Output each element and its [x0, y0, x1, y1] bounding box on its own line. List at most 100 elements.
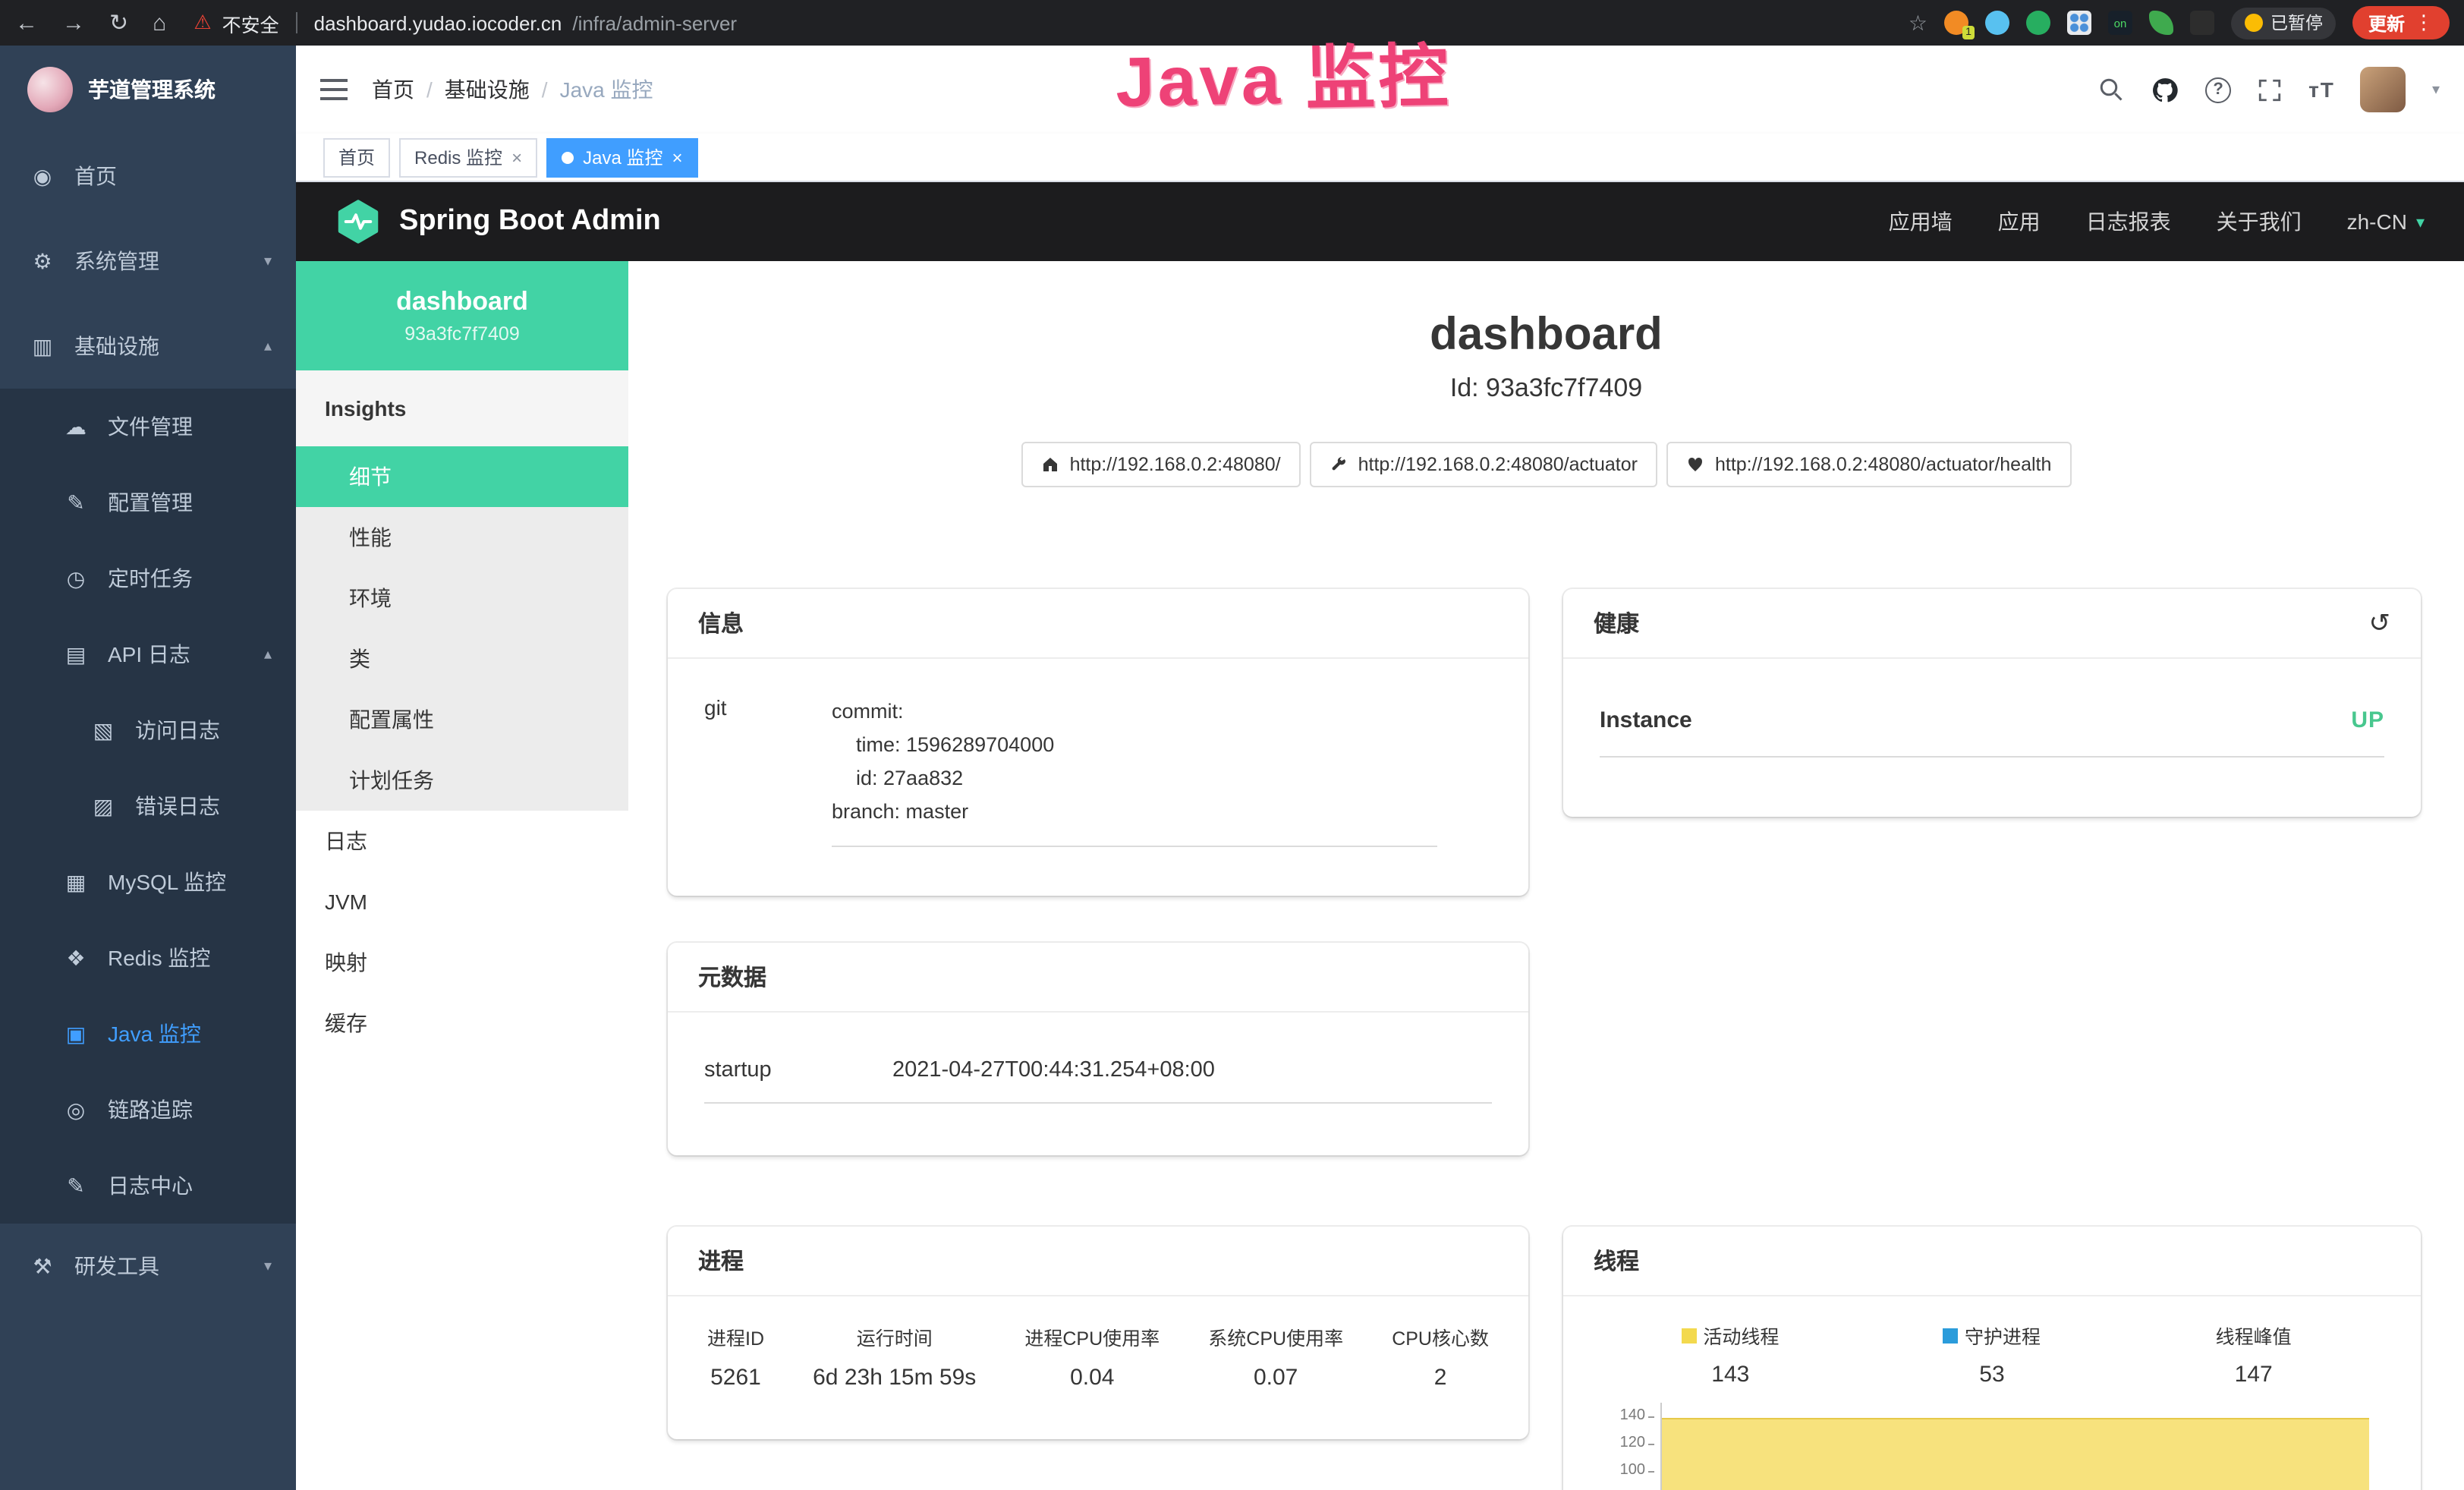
info-line: commit:: [832, 695, 1437, 729]
close-icon[interactable]: ×: [511, 146, 522, 168]
browser-menu-icon[interactable]: ⋮: [2414, 11, 2434, 35]
breadcrumb-infrastructure[interactable]: 基础设施: [445, 74, 530, 105]
sba-item-metrics[interactable]: 性能: [296, 507, 628, 568]
extension-green-icon[interactable]: [2026, 11, 2050, 35]
browser-update-button[interactable]: 更新 ⋮: [2353, 6, 2449, 39]
security-warning-icon: ⚠: [194, 11, 211, 35]
sba-item-environment[interactable]: 环境: [296, 568, 628, 628]
sidebar-item-label: 文件管理: [108, 411, 193, 442]
smiley-icon: [2245, 14, 2263, 32]
tab-java-monitor[interactable]: Java 监控 ×: [546, 137, 697, 177]
sidebar-item-home[interactable]: ◉ 首页: [0, 134, 296, 219]
sidebar-item-infrastructure[interactable]: ▥ 基础设施 ▴: [0, 304, 296, 389]
paused-badge[interactable]: 已暂停: [2231, 7, 2337, 39]
sba-nav-journal[interactable]: 日志报表: [2086, 206, 2171, 237]
sba-brand: Spring Boot Admin: [399, 205, 661, 238]
instance-header[interactable]: dashboard 93a3fc7f7409: [296, 261, 628, 370]
avatar[interactable]: [2361, 67, 2406, 112]
instance-name: dashboard: [396, 287, 528, 317]
sidebar-item-error-logs[interactable]: ▨ 错误日志: [0, 768, 296, 844]
sidebar-item-system-management[interactable]: ⚙ 系统管理 ▾: [0, 219, 296, 304]
home-icon[interactable]: ⌂: [153, 10, 166, 36]
font-size-icon[interactable]: тT: [2308, 77, 2335, 102]
sba-item-jvm[interactable]: JVM: [296, 871, 628, 932]
forward-icon[interactable]: →: [62, 10, 85, 36]
sba-item-classes[interactable]: 类: [296, 628, 628, 689]
back-icon[interactable]: ←: [15, 10, 38, 36]
sba-item-config-props[interactable]: 配置属性: [296, 689, 628, 750]
hamburger-icon[interactable]: [320, 79, 348, 100]
extension-leaf-icon[interactable]: [2149, 11, 2173, 35]
sba-group-insights: Insights: [296, 370, 628, 446]
sidebar-item-mysql-monitor[interactable]: ▦ MySQL 监控: [0, 844, 296, 920]
caret-down-icon[interactable]: ▾: [2432, 81, 2440, 98]
sidebar-item-link-tracing[interactable]: ◎ 链路追踪: [0, 1072, 296, 1148]
sidebar-item-label: 访问日志: [135, 715, 220, 745]
sba-item-details[interactable]: 细节: [296, 446, 628, 507]
extension-power-icon[interactable]: on: [2108, 11, 2132, 35]
screen: ← → ↻ ⌂ ⚠ 不安全 dashboard.yudao.iocoder.cn…: [0, 0, 2464, 1490]
log-icon: ✎: [64, 1173, 88, 1199]
sba-item-mappings[interactable]: 映射: [296, 932, 628, 993]
sidebar-item-label: Java 监控: [108, 1019, 201, 1049]
col-header: 系统CPU使用率: [1208, 1322, 1343, 1351]
extension-puzzle-icon[interactable]: [2190, 11, 2214, 35]
breadcrumb-separator: /: [542, 77, 548, 102]
github-icon[interactable]: [2151, 75, 2179, 104]
breadcrumb-home[interactable]: 首页: [372, 74, 414, 105]
sidebar-item-config-management[interactable]: ✎ 配置管理: [0, 465, 296, 540]
sidebar-item-access-logs[interactable]: ▧ 访问日志: [0, 692, 296, 768]
extension-fox-icon[interactable]: 1: [1944, 11, 1968, 35]
card-title: 信息: [698, 607, 744, 639]
card-title: 元数据: [698, 961, 766, 993]
metadata-card: 元数据 startup 2021-04-27T00:44:31.254+08:0…: [668, 943, 1528, 1155]
help-icon[interactable]: ?: [2205, 77, 2231, 102]
sidebar-item-file-management[interactable]: ☁ 文件管理: [0, 389, 296, 465]
page-subtitle: Id: 93a3fc7f7409: [628, 373, 2464, 403]
search-icon[interactable]: [2097, 76, 2125, 103]
app-logo[interactable]: 芋道管理系统: [0, 46, 296, 134]
caret-down-icon: ▾: [2416, 212, 2425, 232]
tab-label: Redis 监控: [414, 144, 502, 170]
sidebar-item-label: 系统管理: [74, 246, 159, 276]
close-icon[interactable]: ×: [672, 146, 682, 168]
address-bar[interactable]: ⚠ 不安全 dashboard.yudao.iocoder.cn /infra/…: [194, 8, 737, 37]
live-threads-area: [1662, 1418, 2369, 1490]
sidebar-item-api-logs[interactable]: ▤ API 日志 ▴: [0, 616, 296, 692]
sidebar-item-redis-monitor[interactable]: ❖ Redis 监控: [0, 920, 296, 996]
legend-label: 活动线程: [1703, 1321, 1779, 1350]
tab-home[interactable]: 首页: [323, 137, 390, 177]
locale-selector[interactable]: zh-CN ▾: [2347, 209, 2425, 234]
history-icon[interactable]: ↺: [2369, 608, 2391, 638]
link-actuator-url[interactable]: http://192.168.0.2:48080/actuator: [1310, 441, 1657, 487]
reload-icon[interactable]: ↻: [109, 9, 128, 36]
fullscreen-icon[interactable]: [2257, 77, 2283, 102]
sidebar-item-java-monitor[interactable]: ▣ Java 监控: [0, 996, 296, 1072]
col-value: 0.04: [1070, 1365, 1114, 1391]
link-health-url[interactable]: http://192.168.0.2:48080/actuator/health: [1666, 441, 2071, 487]
tab-redis-monitor[interactable]: Redis 监控 ×: [399, 137, 537, 177]
sba-item-scheduled-tasks[interactable]: 计划任务: [296, 750, 628, 811]
sidebar-item-dev-tools[interactable]: ⚒ 研发工具 ▾: [0, 1224, 296, 1309]
sidebar-item-scheduled-tasks[interactable]: ◷ 定时任务: [0, 540, 296, 616]
legend-value: 53: [1979, 1362, 2004, 1388]
link-label: http://192.168.0.2:48080/actuator: [1358, 453, 1638, 474]
health-status-badge: UP: [2351, 707, 2384, 733]
home-icon: [1041, 455, 1059, 473]
sba-nav-applications[interactable]: 应用: [1998, 206, 2041, 237]
eye-icon: ◎: [64, 1097, 88, 1123]
database-icon: ▦: [64, 869, 88, 895]
sba-nav-about[interactable]: 关于我们: [2217, 206, 2302, 237]
sba-nav-wallboard[interactable]: 应用墙: [1889, 206, 1953, 237]
sba-item-caches[interactable]: 缓存: [296, 993, 628, 1054]
bookmark-star-icon[interactable]: ☆: [1909, 10, 1927, 36]
extension-drop-icon[interactable]: [1985, 11, 2009, 35]
page-title: dashboard: [628, 310, 2464, 362]
sba-item-logs[interactable]: 日志: [296, 811, 628, 871]
chevron-up-icon: ▴: [264, 646, 272, 663]
link-home-url[interactable]: http://192.168.0.2:48080/: [1021, 441, 1301, 487]
extension-grid-icon[interactable]: [2067, 11, 2091, 35]
sidebar-item-log-center[interactable]: ✎ 日志中心: [0, 1148, 296, 1224]
breadcrumb-separator: /: [426, 77, 433, 102]
edit-icon: ✎: [64, 490, 88, 515]
